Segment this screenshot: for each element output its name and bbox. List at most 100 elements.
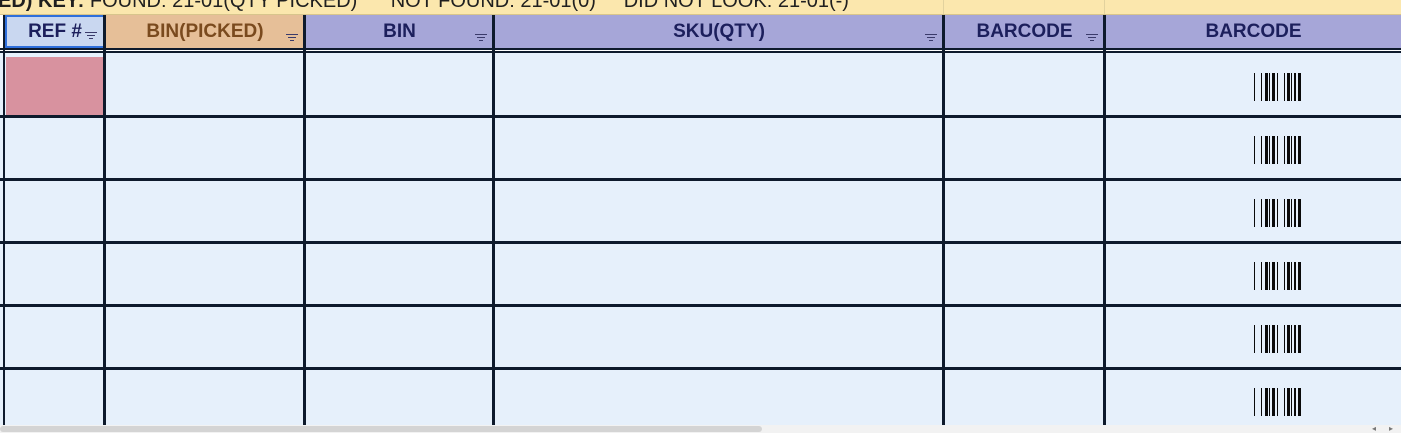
table-cell[interactable] bbox=[1106, 307, 1398, 367]
header-barcode-2[interactable]: BARCODE bbox=[1106, 15, 1401, 48]
barcode-bar bbox=[1284, 199, 1285, 227]
table-cell[interactable] bbox=[306, 244, 492, 304]
table-cell[interactable] bbox=[5, 181, 103, 241]
barcode-bar bbox=[1287, 73, 1290, 101]
barcode-bar bbox=[1269, 388, 1270, 416]
barcode-bar bbox=[1298, 388, 1301, 416]
table-cell[interactable] bbox=[306, 370, 492, 425]
table-cell[interactable] bbox=[945, 370, 1103, 425]
barcode-icon bbox=[1254, 136, 1302, 164]
table-cell[interactable] bbox=[5, 118, 103, 178]
barcode-bar bbox=[1287, 262, 1290, 290]
barcode-bar bbox=[1277, 73, 1278, 101]
barcode-bar bbox=[1261, 199, 1262, 227]
table-cell[interactable] bbox=[495, 370, 942, 425]
table-cell[interactable] bbox=[106, 244, 303, 304]
barcode-bar bbox=[1269, 199, 1270, 227]
barcode-bar bbox=[1284, 388, 1285, 416]
table-cell[interactable] bbox=[106, 181, 303, 241]
filter-dropdown-icon[interactable] bbox=[925, 34, 937, 42]
barcode-bar bbox=[1298, 199, 1301, 227]
table-cell[interactable] bbox=[5, 307, 103, 367]
header-barcode[interactable]: BARCODE bbox=[945, 15, 1104, 48]
barcode-bar bbox=[1287, 136, 1290, 164]
barcode-bar bbox=[1265, 136, 1268, 164]
barcode-bar bbox=[1269, 136, 1270, 164]
barcode-bar bbox=[1284, 136, 1285, 164]
table-cell[interactable] bbox=[1106, 370, 1398, 425]
barcode-bar bbox=[1294, 199, 1296, 227]
barcode-bar bbox=[1277, 136, 1278, 164]
barcode-bar bbox=[1287, 325, 1290, 353]
barcode-bar bbox=[1254, 136, 1255, 164]
key-banner: ED) KEY: FOUND: 21-01(QTY PICKED) NOT FO… bbox=[0, 0, 1401, 15]
barcode-bar bbox=[1261, 73, 1262, 101]
table-cell[interactable] bbox=[1106, 118, 1398, 178]
barcode-bar bbox=[1294, 262, 1296, 290]
barcode-bar bbox=[1254, 73, 1255, 101]
barcode-bar bbox=[1254, 325, 1255, 353]
header-sku-qty[interactable]: SKU(QTY) bbox=[495, 15, 943, 48]
barcode-bar bbox=[1294, 73, 1296, 101]
barcode-icon bbox=[1254, 388, 1302, 416]
table-cell[interactable] bbox=[106, 118, 303, 178]
barcode-bar bbox=[1265, 325, 1268, 353]
table-cell[interactable] bbox=[306, 55, 492, 115]
scroll-left-icon[interactable]: ◂ bbox=[1367, 425, 1381, 433]
barcode-bar bbox=[1291, 262, 1292, 290]
horizontal-scrollbar[interactable]: ◂ ▸ bbox=[0, 425, 1401, 433]
key-did-not-look: DID NOT LOOK: 21-01(-) bbox=[623, 0, 849, 12]
header-bin[interactable]: BIN bbox=[306, 15, 493, 48]
table-cell[interactable] bbox=[106, 307, 303, 367]
key-found: FOUND: 21-01(QTY PICKED) bbox=[89, 0, 358, 12]
table-cell[interactable] bbox=[945, 118, 1103, 178]
table-cell[interactable] bbox=[106, 55, 303, 115]
table-cell[interactable] bbox=[306, 118, 492, 178]
table-cell[interactable] bbox=[945, 244, 1103, 304]
table-cell[interactable] bbox=[106, 370, 303, 425]
table-cell[interactable] bbox=[5, 55, 103, 115]
scrollbar-thumb[interactable] bbox=[0, 426, 762, 432]
table-cell[interactable] bbox=[495, 307, 942, 367]
barcode-bar bbox=[1291, 388, 1292, 416]
table-cell[interactable] bbox=[5, 370, 103, 425]
filter-dropdown-icon[interactable] bbox=[286, 34, 298, 42]
barcode-bar bbox=[1298, 325, 1301, 353]
scroll-right-icon[interactable]: ▸ bbox=[1384, 425, 1398, 433]
table-cell[interactable] bbox=[1106, 244, 1398, 304]
table-cell[interactable] bbox=[1106, 181, 1398, 241]
barcode-bar bbox=[1291, 136, 1292, 164]
filter-dropdown-icon[interactable] bbox=[475, 34, 487, 42]
table-cell[interactable] bbox=[945, 55, 1103, 115]
barcode-bar bbox=[1269, 262, 1270, 290]
key-not-found: NOT FOUND: 21-01(0) bbox=[390, 0, 596, 12]
filter-dropdown-icon[interactable] bbox=[1086, 34, 1098, 42]
barcode-bar bbox=[1269, 325, 1270, 353]
table-cell[interactable] bbox=[306, 181, 492, 241]
barcode-bar bbox=[1254, 199, 1255, 227]
barcode-bar bbox=[1284, 325, 1285, 353]
table-cell[interactable] bbox=[5, 244, 103, 304]
barcode-bar bbox=[1298, 262, 1301, 290]
header-ref-label: REF # bbox=[28, 20, 82, 42]
barcode-bar bbox=[1272, 325, 1275, 353]
table-cell[interactable] bbox=[495, 55, 942, 115]
table-cell[interactable] bbox=[495, 244, 942, 304]
barcode-bar bbox=[1291, 325, 1292, 353]
header-bin-picked[interactable]: BIN(PICKED) bbox=[106, 15, 304, 48]
barcode-bar bbox=[1272, 73, 1275, 101]
table-cell[interactable] bbox=[495, 181, 942, 241]
table-cell[interactable] bbox=[945, 181, 1103, 241]
barcode-bar bbox=[1265, 73, 1268, 101]
table-cell[interactable] bbox=[1106, 55, 1398, 115]
table-cell[interactable] bbox=[495, 118, 942, 178]
filter-dropdown-icon[interactable] bbox=[85, 32, 97, 40]
barcode-bar bbox=[1265, 199, 1268, 227]
barcode-bar bbox=[1284, 73, 1285, 101]
header-ref[interactable]: REF # bbox=[5, 15, 105, 48]
table-cell[interactable] bbox=[945, 307, 1103, 367]
table-cell[interactable] bbox=[306, 307, 492, 367]
barcode-bar bbox=[1291, 73, 1292, 101]
barcode-bar bbox=[1284, 262, 1285, 290]
header-bin-label: BIN bbox=[383, 20, 416, 42]
